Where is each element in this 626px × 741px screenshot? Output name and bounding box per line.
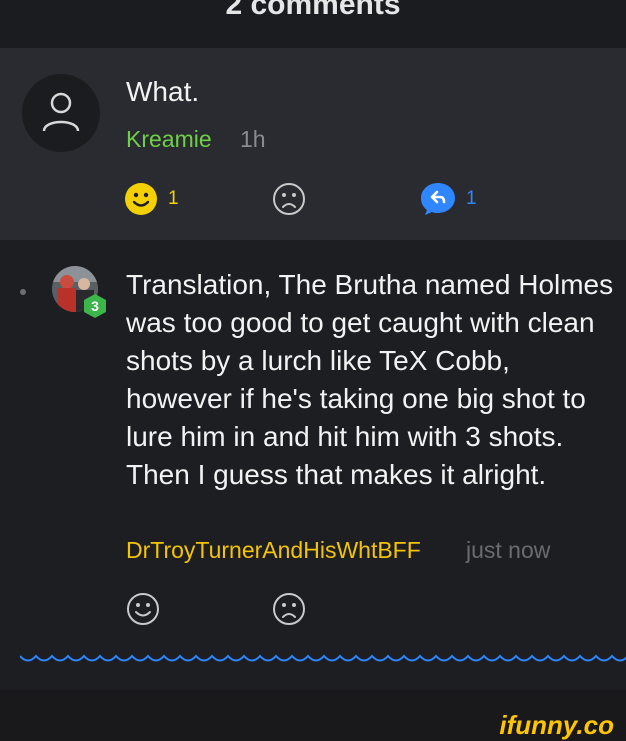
comment-text: Translation, The Brutha named Holmes was… bbox=[126, 269, 614, 490]
reply-icon bbox=[421, 183, 455, 215]
smile-filled-icon bbox=[125, 183, 157, 215]
comment-timestamp: 1h bbox=[240, 126, 266, 152]
wavy-divider bbox=[20, 654, 626, 662]
comment-card-1[interactable] bbox=[0, 48, 626, 240]
unread-dot bbox=[20, 289, 26, 295]
comments-count-title: 2 comments bbox=[225, 0, 401, 21]
comment-username[interactable]: DrTroyTurnerAndHisWhtBFF bbox=[126, 537, 421, 564]
comment-username[interactable]: Kreamie bbox=[126, 126, 212, 153]
frown-reaction-button[interactable] bbox=[272, 182, 306, 216]
default-avatar[interactable] bbox=[22, 74, 100, 152]
frown-reaction-button[interactable] bbox=[272, 592, 306, 626]
frown-icon bbox=[273, 183, 305, 215]
reply-button[interactable]: 1 bbox=[420, 182, 477, 216]
smile-reaction-button[interactable] bbox=[126, 592, 160, 626]
reply-count: 1 bbox=[466, 188, 477, 209]
comment-text: What. bbox=[126, 76, 200, 107]
comments-header: 2 comments bbox=[0, 0, 626, 48]
ifunny-watermark: ifunny.co bbox=[499, 710, 614, 740]
smile-reaction-button[interactable]: 1 bbox=[124, 182, 179, 216]
smile-count: 1 bbox=[168, 188, 179, 209]
user-icon bbox=[42, 92, 80, 132]
comment-timestamp: just now bbox=[466, 537, 551, 563]
smile-icon bbox=[127, 593, 159, 625]
frown-icon bbox=[273, 593, 305, 625]
